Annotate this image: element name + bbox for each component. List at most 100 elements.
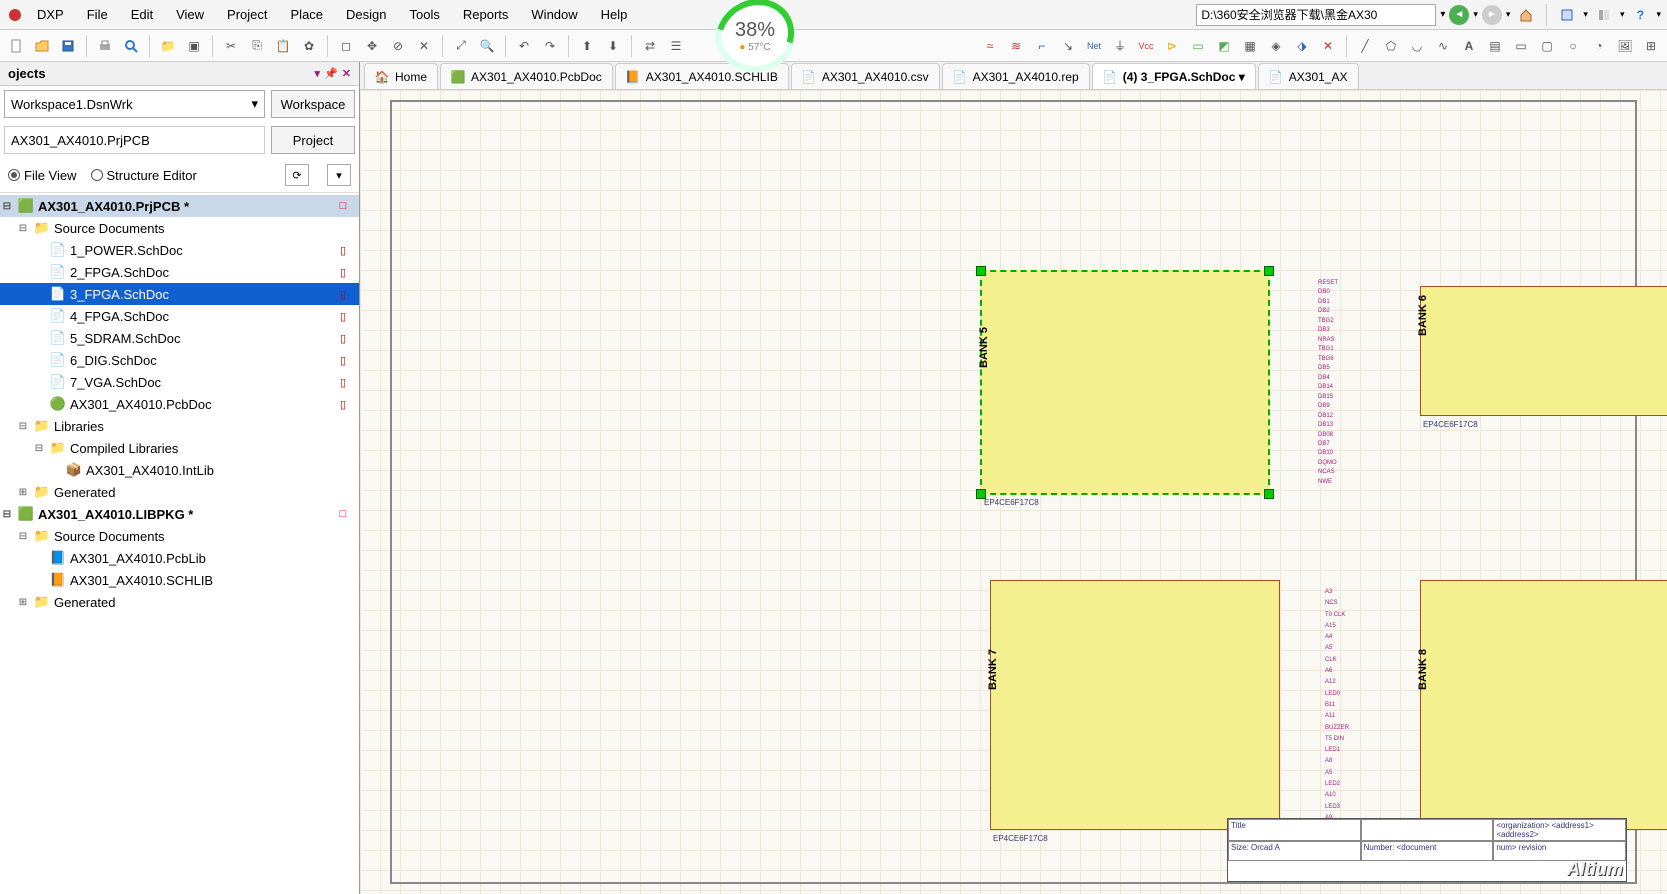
help-drop[interactable]: ▾ — [1656, 9, 1661, 20]
toggle-panel-drop[interactable]: ▾ — [1620, 9, 1625, 20]
tree-row[interactable]: ⊟🟩AX301_AX4010.PrjPCB *□ — [0, 195, 359, 217]
ellipse-icon[interactable]: ○ — [1561, 34, 1585, 58]
resize-handle[interactable] — [1264, 266, 1274, 276]
help-icon[interactable]: ? — [1628, 3, 1652, 27]
menu-reports[interactable]: Reports — [453, 3, 519, 26]
copy-icon[interactable]: ⎘ — [245, 34, 269, 58]
tree-row[interactable]: 📄5_SDRAM.SchDoc▯ — [0, 327, 359, 349]
text-frame-icon[interactable]: ▤ — [1483, 34, 1507, 58]
project-field[interactable]: AX301_AX4010.PrjPCB — [4, 126, 265, 154]
gnd-icon[interactable]: ⏚ — [1108, 34, 1132, 58]
new-icon[interactable] — [4, 34, 28, 58]
undo-icon[interactable]: ↶ — [512, 34, 536, 58]
arc-icon[interactable]: ◡ — [1405, 34, 1429, 58]
expand-icon[interactable]: ⊟ — [0, 201, 14, 212]
device-sheet-icon[interactable]: ▦ — [1238, 34, 1262, 58]
menu-window[interactable]: Window — [521, 3, 587, 26]
bank6[interactable]: BANK 6EP4CE6F17C8DB8DQMHBA1CKEA12A9A10A1… — [1420, 286, 1667, 416]
tree-row[interactable]: 📦AX301_AX4010.IntLib — [0, 459, 359, 481]
menu-help[interactable]: Help — [591, 3, 638, 26]
workspace-combo[interactable]: Workspace1.DsnWrk▾ — [4, 90, 265, 118]
tree-row[interactable]: 📄6_DIG.SchDoc▯ — [0, 349, 359, 371]
move-icon[interactable]: ✥ — [360, 34, 384, 58]
pie-icon[interactable]: ◔ — [1587, 34, 1611, 58]
devices-icon[interactable]: ▣ — [182, 34, 206, 58]
project-button[interactable]: Project — [271, 126, 355, 154]
menu-view[interactable]: View — [166, 3, 214, 26]
signal-harness-icon[interactable]: ⌐ — [1030, 34, 1054, 58]
nav-back-icon[interactable]: ◄ — [1449, 5, 1469, 25]
text-icon[interactable]: A — [1457, 34, 1481, 58]
line-icon[interactable]: ╱ — [1353, 34, 1377, 58]
resize-handle[interactable] — [976, 489, 986, 499]
tree-row[interactable]: 📙AX301_AX4010.SCHLIB — [0, 569, 359, 591]
expand-icon[interactable]: ⊞ — [16, 597, 30, 608]
expand-icon[interactable]: ⊟ — [32, 443, 46, 454]
part-icon[interactable]: ⊳ — [1160, 34, 1184, 58]
resize-handle[interactable] — [976, 266, 986, 276]
menu-file[interactable]: File — [77, 3, 118, 26]
tree-row[interactable]: ⊟📁Compiled Libraries — [0, 437, 359, 459]
expand-icon[interactable]: ⊟ — [0, 509, 14, 520]
select-rect-icon[interactable]: ◻ — [334, 34, 358, 58]
vcc-icon[interactable]: Vcc — [1134, 34, 1158, 58]
paste-array-icon[interactable]: ⊞ — [1639, 34, 1663, 58]
tab[interactable]: 📄AX301_AX4010.csv — [791, 63, 940, 89]
resize-handle[interactable] — [1264, 489, 1274, 499]
preview-icon[interactable] — [119, 34, 143, 58]
sheet-entry-icon[interactable]: ◩ — [1212, 34, 1236, 58]
menu-tools[interactable]: Tools — [400, 3, 450, 26]
expand-icon[interactable]: ⊟ — [16, 421, 30, 432]
panel-pin-icon[interactable]: 📌 — [324, 67, 338, 80]
tree-row[interactable]: 📄4_FPGA.SchDoc▯ — [0, 305, 359, 327]
tree-row[interactable]: 📄3_FPGA.SchDoc▯ — [0, 283, 359, 305]
bank7[interactable]: BANK 7EP4CE6F17C8A3NCST0 CLKA15A4A5CLKA6… — [990, 580, 1280, 830]
menu-place[interactable]: Place — [281, 3, 334, 26]
no-erc-icon[interactable]: ✕ — [1316, 34, 1340, 58]
refresh-icon[interactable]: ⟳ — [285, 164, 309, 186]
net-label-icon[interactable]: Net — [1082, 34, 1106, 58]
hierarchy-up-icon[interactable]: ⬆ — [575, 34, 599, 58]
tab[interactable]: 🏠Home — [364, 63, 438, 89]
open-icon[interactable] — [30, 34, 54, 58]
hierarchy-down-icon[interactable]: ⬇ — [601, 34, 625, 58]
clear-icon[interactable]: ✕ — [412, 34, 436, 58]
print-icon[interactable] — [93, 34, 117, 58]
browse-icon[interactable]: ☰ — [664, 34, 688, 58]
expand-icon[interactable]: ⊟ — [16, 223, 30, 234]
menu-edit[interactable]: Edit — [121, 3, 163, 26]
zoom-sel-icon[interactable]: 🔍 — [475, 34, 499, 58]
tree-row[interactable]: 🟢AX301_AX4010.PcbDoc▯ — [0, 393, 359, 415]
rect-icon[interactable]: ▭ — [1509, 34, 1533, 58]
tree-row[interactable]: ⊟📁Source Documents — [0, 525, 359, 547]
menu-dxp[interactable]: DXP — [27, 3, 74, 26]
sheet-symbol-icon[interactable]: ▭ — [1186, 34, 1210, 58]
cut-icon[interactable]: ✂ — [219, 34, 243, 58]
panel-close-icon[interactable]: ✕ — [342, 67, 351, 80]
bezier-icon[interactable]: ∿ — [1431, 34, 1455, 58]
structure-editor-radio[interactable]: Structure Editor — [91, 168, 197, 183]
panel-dropdown-icon[interactable]: ▾ — [315, 67, 321, 80]
paste-icon[interactable]: 📋 — [271, 34, 295, 58]
tree-row[interactable]: ⊟📁Source Documents — [0, 217, 359, 239]
deselect-icon[interactable]: ⊘ — [386, 34, 410, 58]
tab[interactable]: 📄AX301_AX — [1258, 63, 1359, 89]
menu-design[interactable]: Design — [336, 3, 396, 26]
nav-fwd-drop[interactable]: ▾ — [1506, 9, 1511, 20]
toggle-sheet-drop[interactable]: ▾ — [1583, 9, 1588, 20]
cross-probe-icon[interactable]: ⇄ — [638, 34, 662, 58]
tree-row[interactable]: 📘AX301_AX4010.PcbLib — [0, 547, 359, 569]
harness-connector-icon[interactable]: ◈ — [1264, 34, 1288, 58]
expand-icon[interactable]: ⊟ — [16, 531, 30, 542]
tab[interactable]: 📄(4) 3_FPGA.SchDoc ▾ — [1092, 63, 1256, 89]
path-input[interactable] — [1196, 4, 1436, 26]
nav-back-drop[interactable]: ▾ — [1473, 9, 1478, 20]
bank5[interactable]: BANK 5EP4CE6F17C8RESETDB0DB1DB2TBG2DB3NR… — [980, 270, 1270, 495]
port-icon[interactable]: ⬗ — [1290, 34, 1314, 58]
expand-icon[interactable]: ⊞ — [16, 487, 30, 498]
polygon-icon[interactable]: ⬠ — [1379, 34, 1403, 58]
tree-row[interactable]: 📄7_VGA.SchDoc▯ — [0, 371, 359, 393]
bus-icon[interactable]: ≋ — [1004, 34, 1028, 58]
bus-entry-icon[interactable]: ↘ — [1056, 34, 1080, 58]
tab[interactable]: 📄AX301_AX4010.rep — [942, 63, 1090, 89]
